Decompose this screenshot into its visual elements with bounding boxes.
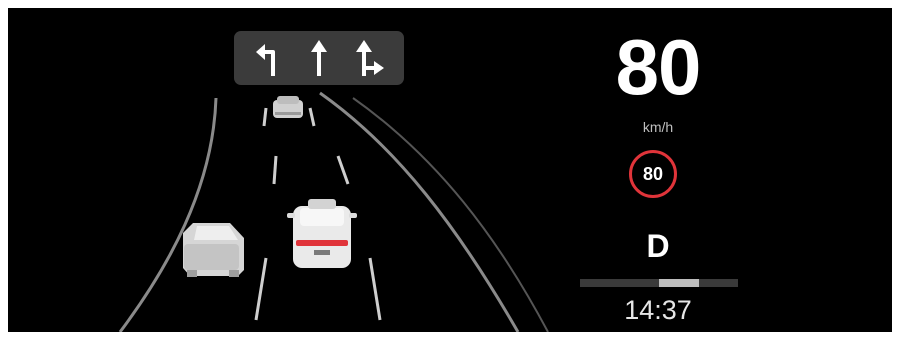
car-left-lane — [183, 223, 244, 277]
ego-car — [287, 199, 357, 268]
straight-right-arrow-icon — [350, 36, 390, 80]
lane-guidance-panel — [234, 31, 404, 85]
gear-bar-segment — [580, 279, 620, 287]
car-ahead-far — [273, 96, 303, 118]
road-left-edge — [118, 97, 218, 332]
lane-dashes-left — [254, 107, 278, 321]
gear-bar-segment — [698, 279, 738, 287]
gear-indicator: D — [646, 228, 670, 264]
straight-arrow-icon — [299, 36, 339, 80]
gear-position-bar — [580, 279, 738, 287]
speed-limit-value: 80 — [642, 163, 664, 184]
road-far-right-edge — [352, 97, 549, 332]
speed-unit: km/h — [642, 119, 674, 135]
clock: 14:37 — [624, 295, 692, 325]
dashboard-display: 80 km/h 80 D 14:37 — [8, 8, 892, 332]
turn-left-arrow-icon — [248, 36, 288, 80]
gear-bar-segment-active — [659, 279, 699, 287]
speed-limit-sign: 80 — [629, 150, 677, 198]
gear-bar-segment — [619, 279, 659, 287]
current-speed: 80 — [615, 23, 702, 111]
